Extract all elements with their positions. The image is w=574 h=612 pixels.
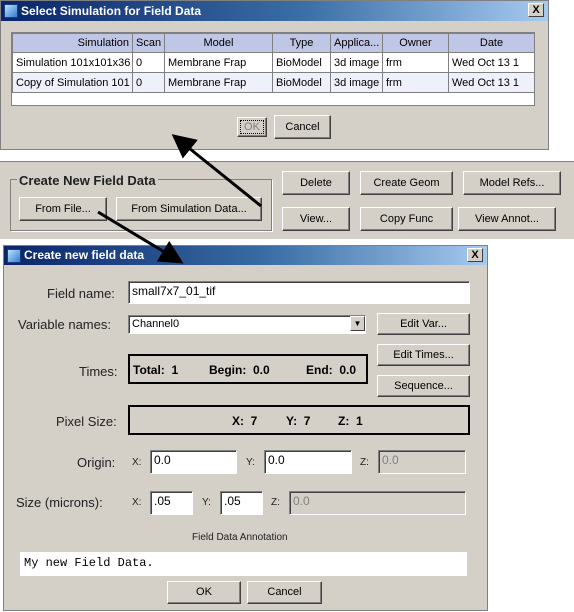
pixel-z: Z: 1 [338,414,363,428]
table-cell[interactable]: frm [382,52,449,73]
table-cell[interactable]: frm [382,72,449,93]
close-icon[interactable]: X [467,248,483,262]
table-row[interactable]: Simulation 101x101x36 0 Membrane Frap Bi… [12,52,535,73]
field-name-input[interactable]: small7x7_01_tif [128,281,470,304]
origin-label: Origin: [77,455,116,470]
view-button[interactable]: View... [282,207,350,231]
select-simulation-dialog: Select Simulation for Field Data X Simul… [0,0,549,150]
select-ok-button[interactable]: OK [237,117,267,137]
table-cell[interactable]: Wed Oct 13 1 [448,52,535,73]
chevron-down-icon[interactable]: ▼ [350,316,365,331]
times-end: End: 0.0 [306,363,357,377]
create-cancel-button[interactable]: Cancel [247,581,322,604]
app-icon [4,4,18,18]
create-dialog-titlebar[interactable]: Create new field data X [4,246,487,265]
table-cell[interactable]: Simulation 101x101x36 [12,52,133,73]
origin-y-input[interactable]: 0.0 [264,450,352,474]
size-y-input[interactable]: .05 [220,491,263,515]
create-field-data-group-title: Create New Field Data [17,173,158,188]
table-cell[interactable]: Membrane Frap [164,52,273,73]
column-header[interactable]: Simulation [12,33,133,53]
column-header[interactable]: Scan [132,33,165,53]
simulation-table: Simulation Scan Model Type Applica... Ow… [12,33,535,93]
field-name-label: Field name: [47,286,115,301]
table-cell[interactable]: 0 [132,72,165,93]
origin-y-label: Y: [246,457,255,468]
size-z-input: 0.0 [289,491,466,515]
app-icon [7,249,21,263]
origin-z-label: Z: [360,457,369,468]
table-cell[interactable]: BioModel [272,72,331,93]
edit-var-button[interactable]: Edit Var... [377,313,470,335]
select-dialog-titlebar[interactable]: Select Simulation for Field Data X [1,1,548,21]
simulation-table-scrollpane[interactable]: Simulation Scan Model Type Applica... Ow… [11,32,535,106]
table-row[interactable]: Copy of Simulation 101 0 Membrane Frap B… [12,72,535,93]
size-x-label: X: [132,497,142,508]
view-annot-button[interactable]: View Annot... [458,207,556,231]
variable-names-select[interactable]: Channel0 ▼ [128,315,366,334]
delete-button[interactable]: Delete [282,171,350,195]
edit-times-button[interactable]: Edit Times... [377,344,470,366]
variable-names-label: Variable names: [18,317,111,332]
times-label: Times: [79,364,118,379]
times-total: Total: 1 [133,363,179,377]
table-cell[interactable]: 3d image [330,52,383,73]
table-cell[interactable]: 0 [132,52,165,73]
create-field-data-dialog: Create new field data X Field name: smal… [3,245,488,611]
size-microns-label: Size (microns): [16,495,103,510]
from-file-button[interactable]: From File... [19,197,107,221]
annotation-label: Field Data Annotation [192,532,288,543]
annotation-textarea[interactable]: My new Field Data. [20,552,467,576]
pixel-y: Y: 7 [286,414,311,428]
sequence-button[interactable]: Sequence... [377,375,470,397]
pixel-size-label: Pixel Size: [56,414,117,429]
table-cell[interactable]: Copy of Simulation 101 [12,72,133,93]
times-begin: Begin: 0.0 [209,363,270,377]
column-header[interactable]: Owner [382,33,449,53]
times-info-box: Total: 1 Begin: 0.0 End: 0.0 [128,354,368,384]
column-header[interactable]: Applica... [330,33,383,53]
size-y-label: Y: [202,497,211,508]
select-cancel-button[interactable]: Cancel [274,115,331,139]
table-cell[interactable]: BioModel [272,52,331,73]
create-geom-button[interactable]: Create Geom [360,171,453,195]
select-dialog-title: Select Simulation for Field Data [21,4,202,18]
table-cell[interactable]: Wed Oct 13 1 [448,72,535,93]
column-header[interactable]: Type [272,33,331,53]
model-refs-button[interactable]: Model Refs... [463,171,561,195]
pixel-size-box: X: 7 Y: 7 Z: 1 [128,405,470,435]
origin-z-input: 0.0 [378,450,466,474]
field-data-manager-panel: Create New Field Data From File... From … [0,161,574,239]
origin-x-label: X: [132,457,142,468]
column-header[interactable]: Model [164,33,273,53]
table-cell[interactable]: Membrane Frap [164,72,273,93]
create-ok-button[interactable]: OK [167,581,241,604]
close-icon[interactable]: X [528,3,544,17]
from-simulation-data-button[interactable]: From Simulation Data... [116,197,262,221]
variable-selected-value: Channel0 [132,318,180,330]
size-z-label: Z: [271,497,280,508]
create-dialog-title: Create new field data [24,248,145,262]
copy-func-button[interactable]: Copy Func [360,207,453,231]
origin-x-input[interactable]: 0.0 [150,450,237,474]
column-header[interactable]: Date [448,33,535,53]
table-cell[interactable]: 3d image [330,72,383,93]
table-header-row: Simulation Scan Model Type Applica... Ow… [12,33,535,53]
pixel-x: X: 7 [232,414,258,428]
size-x-input[interactable]: .05 [150,491,193,515]
